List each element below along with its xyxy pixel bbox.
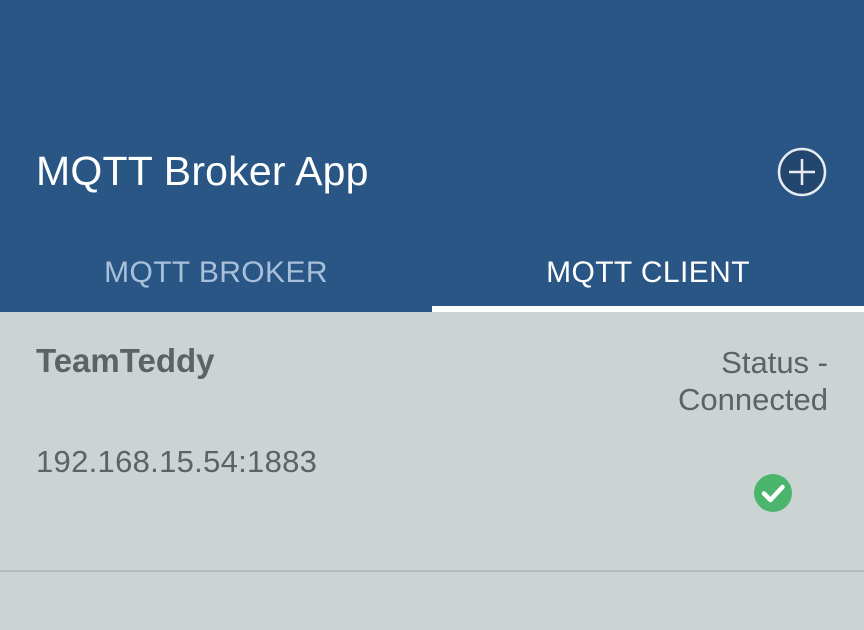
connection-status: Status - Connected	[568, 344, 828, 418]
add-button[interactable]	[776, 146, 828, 198]
status-label: Status -	[721, 345, 828, 380]
tab-bar: MQTT BROKER MQTT CLIENT	[0, 240, 864, 312]
tab-mqtt-broker[interactable]: MQTT BROKER	[0, 240, 432, 312]
app-title: MQTT Broker App	[36, 148, 369, 194]
status-value: Connected	[678, 382, 828, 417]
check-circle-icon	[754, 474, 792, 512]
list-empty-area	[0, 572, 864, 630]
client-name: TeamTeddy	[36, 342, 215, 379]
tab-label: MQTT CLIENT	[546, 256, 750, 289]
client-address: 192.168.15.54:1883	[36, 444, 318, 479]
client-list-item[interactable]: TeamTeddy 192.168.15.54:1883 Status - Co…	[0, 312, 864, 570]
plus-circle-icon	[777, 147, 827, 197]
tab-mqtt-client[interactable]: MQTT CLIENT	[432, 240, 864, 312]
app-bar: MQTT Broker App MQTT BROKER MQTT CLIENT	[0, 0, 864, 312]
tab-label: MQTT BROKER	[104, 256, 328, 289]
